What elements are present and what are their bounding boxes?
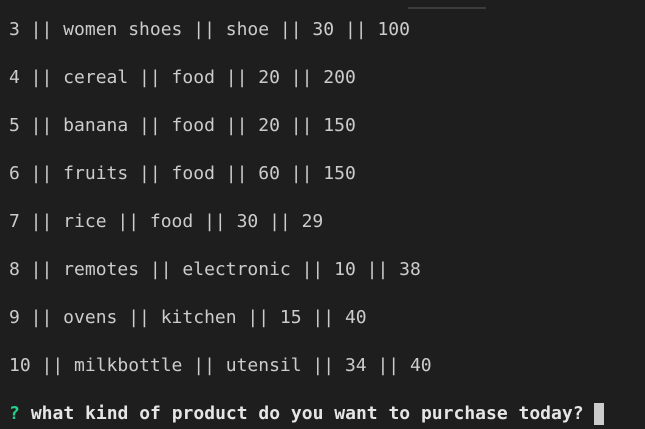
- table-row: 5 || banana || food || 20 || 150: [9, 115, 356, 136]
- table-row: 8 || remotes || electronic || 10 || 38: [9, 259, 421, 280]
- prompt-question-mark-icon: ?: [9, 403, 20, 424]
- table-row: 10 || milkbottle || utensil || 34 || 40: [9, 355, 432, 376]
- scroll-indicator: [408, 7, 486, 9]
- prompt-question: what kind of product do you want to purc…: [30, 403, 584, 424]
- terminal-output[interactable]: 3 || women shoes || shoe || 30 || 100 4 …: [0, 0, 645, 429]
- input-prompt[interactable]: ? what kind of product do you want to pu…: [9, 402, 604, 426]
- table-row: 6 || fruits || food || 60 || 150: [9, 163, 356, 184]
- table-row: 4 || cereal || food || 20 || 200: [9, 67, 356, 88]
- table-row: 9 || ovens || kitchen || 15 || 40: [9, 307, 367, 328]
- table-row: 7 || rice || food || 30 || 29: [9, 211, 324, 232]
- text-cursor[interactable]: [593, 403, 604, 425]
- table-row: 3 || women shoes || shoe || 30 || 100: [9, 19, 410, 40]
